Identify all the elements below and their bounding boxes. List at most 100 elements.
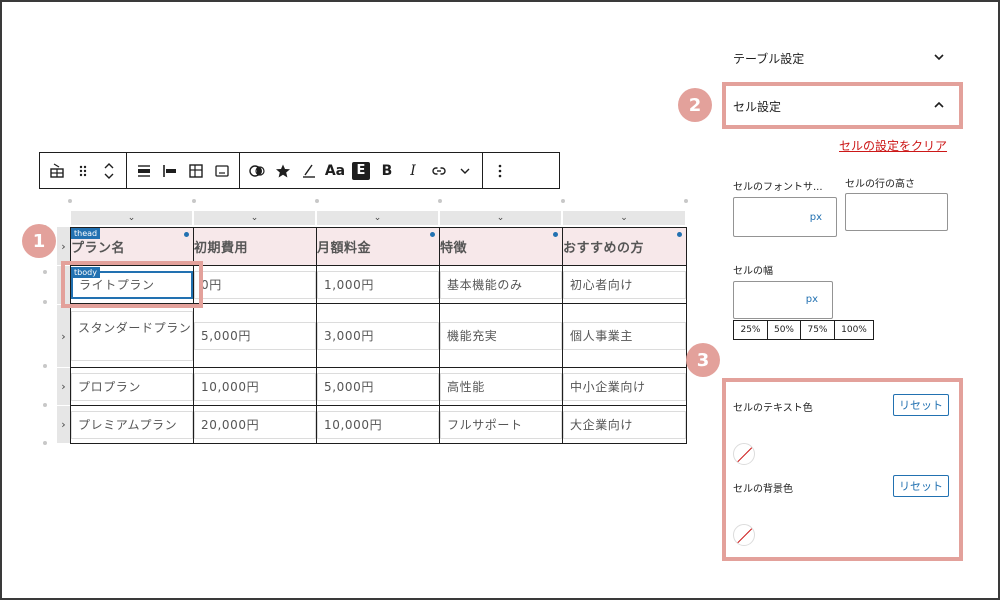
table-cell[interactable]: 基本機能のみ — [439, 265, 563, 304]
cell-input[interactable]: フルサポート — [440, 410, 562, 439]
table-cell[interactable]: 5,000円 — [316, 367, 440, 406]
table-cell[interactable]: 機能充実 — [439, 303, 563, 368]
align-left-icon[interactable] — [157, 153, 183, 188]
guide-dot — [43, 270, 47, 274]
header-text: 月額料金 — [317, 241, 372, 256]
cell-input[interactable]: 初心者向け — [563, 270, 686, 299]
table-cell[interactable]: 個人事業主 — [562, 303, 687, 368]
bg-color-swatch-icon[interactable] — [733, 524, 755, 546]
block-toolbar: Aa E B I — [39, 152, 560, 189]
highlight-icon[interactable] — [296, 153, 322, 188]
typography-icon[interactable]: Aa — [322, 153, 348, 188]
cell-input[interactable]: 個人事業主 — [563, 321, 686, 350]
table-cell[interactable]: 10,000円 — [316, 405, 440, 444]
table-cell[interactable]: プロプラン — [70, 367, 194, 406]
table-cell[interactable]: 5,000円 — [193, 303, 317, 368]
align-center-icon[interactable] — [131, 153, 157, 188]
table-block-icon[interactable] — [44, 153, 70, 188]
row-height-label: セルの行の高さ — [845, 179, 915, 190]
cell-input[interactable]: 20,000円 — [194, 410, 316, 439]
italic-icon[interactable]: I — [400, 153, 426, 188]
header-cell[interactable]: 初期費用 — [193, 227, 317, 266]
table-cell[interactable]: 初心者向け — [562, 265, 687, 304]
row-selector-4[interactable]: › — [57, 406, 70, 443]
column-selector-1[interactable]: ⌄ — [71, 211, 192, 225]
row-selector-3[interactable]: › — [57, 368, 70, 405]
row-selector-2[interactable]: › — [57, 305, 70, 367]
cell-input[interactable]: 0円 — [194, 270, 316, 299]
column-selector-4[interactable]: ⌄ — [440, 211, 561, 225]
column-selector-3[interactable]: ⌄ — [317, 211, 438, 225]
cell-input[interactable]: 中小企業向け — [563, 372, 686, 401]
guide-dot — [684, 199, 688, 203]
styles-icon[interactable] — [244, 153, 270, 188]
cell-style-dot — [553, 232, 558, 237]
cell-input[interactable]: プロプラン — [71, 372, 193, 401]
format-e-button[interactable]: E — [348, 153, 374, 188]
cell-style-dot — [677, 232, 682, 237]
percent-50-button[interactable]: 50% — [767, 320, 801, 340]
header-cell[interactable]: おすすめの方 — [562, 227, 687, 266]
table-cell[interactable]: 1,000円 — [316, 265, 440, 304]
header-text: プラン名 — [71, 241, 126, 256]
chevron-up-icon — [933, 99, 945, 114]
panel-table-settings[interactable]: テーブル設定 — [733, 48, 945, 68]
bg-color-label: セルの背景色 — [733, 484, 793, 495]
cell-input[interactable]: プレミアムプラン — [71, 410, 193, 439]
caption-icon[interactable] — [209, 153, 235, 188]
cell-input[interactable]: 5,000円 — [194, 321, 316, 350]
table-cell[interactable]: プレミアムプラン — [70, 405, 194, 444]
text-color-reset-button[interactable]: リセット — [893, 394, 949, 416]
table-cell[interactable]: 3,000円 — [316, 303, 440, 368]
table-cell[interactable]: 10,000円 — [193, 367, 317, 406]
toolbar-group-format: Aa E B I — [240, 153, 483, 188]
table-cell[interactable]: 20,000円 — [193, 405, 317, 444]
header-cell[interactable]: 月額料金 — [316, 227, 440, 266]
cell-width-input[interactable]: px — [733, 281, 833, 319]
table-edit-icon[interactable] — [183, 153, 209, 188]
table-cell[interactable]: 大企業向け — [562, 405, 687, 444]
bold-icon[interactable]: B — [374, 153, 400, 188]
cell-input[interactable]: 機能充実 — [440, 321, 562, 350]
options-kebab-icon[interactable] — [487, 153, 513, 188]
cell-input[interactable]: 10,000円 — [194, 372, 316, 401]
table-cell[interactable]: 高性能 — [439, 367, 563, 406]
cell-style-dot — [430, 232, 435, 237]
guide-dot — [68, 199, 72, 203]
table-cell[interactable]: スタンダードプラン — [70, 303, 194, 368]
column-selector-2[interactable]: ⌄ — [194, 211, 315, 225]
percent-25-button[interactable]: 25% — [733, 320, 768, 340]
row-selector-head[interactable]: › — [57, 227, 70, 265]
drag-handle-icon[interactable] — [70, 153, 96, 188]
width-percent-buttons: 25% 50% 75% 100% — [733, 320, 874, 340]
cell-input[interactable]: スタンダードプラン — [71, 310, 193, 361]
header-cell[interactable]: 特徴 — [439, 227, 563, 266]
cell-input[interactable]: 10,000円 — [317, 410, 439, 439]
link-icon[interactable] — [426, 153, 452, 188]
column-selector-5[interactable]: ⌄ — [563, 211, 685, 225]
cell-input[interactable]: 大企業向け — [563, 410, 686, 439]
table-cell[interactable]: 0円 — [193, 265, 317, 304]
star-icon[interactable] — [270, 153, 296, 188]
text-color-label: セルのテキスト色 — [733, 403, 813, 414]
table-cell[interactable]: 中小企業向け — [562, 367, 687, 406]
cell-input[interactable]: 5,000円 — [317, 372, 439, 401]
cell-input[interactable]: 1,000円 — [317, 270, 439, 299]
clear-cell-settings-link[interactable]: セルの設定をクリア — [839, 137, 947, 154]
font-size-input[interactable]: px — [733, 197, 837, 237]
highlight-box-1 — [61, 261, 203, 308]
move-up-down-icon[interactable] — [96, 153, 122, 188]
bg-color-reset-button[interactable]: リセット — [893, 475, 949, 497]
row-height-input[interactable] — [845, 193, 948, 231]
percent-100-button[interactable]: 100% — [834, 320, 874, 340]
text-color-swatch-icon[interactable] — [733, 443, 755, 465]
cell-input[interactable]: 高性能 — [440, 372, 562, 401]
guide-dot — [43, 364, 47, 368]
panel-cell-settings[interactable]: セル設定 — [733, 96, 945, 116]
more-chevron-icon[interactable] — [452, 153, 478, 188]
cell-input[interactable]: 基本機能のみ — [440, 270, 562, 299]
table-cell[interactable]: フルサポート — [439, 405, 563, 444]
cell-input[interactable]: 3,000円 — [317, 321, 439, 350]
step-badge-1: 1 — [22, 224, 56, 258]
percent-75-button[interactable]: 75% — [800, 320, 835, 340]
